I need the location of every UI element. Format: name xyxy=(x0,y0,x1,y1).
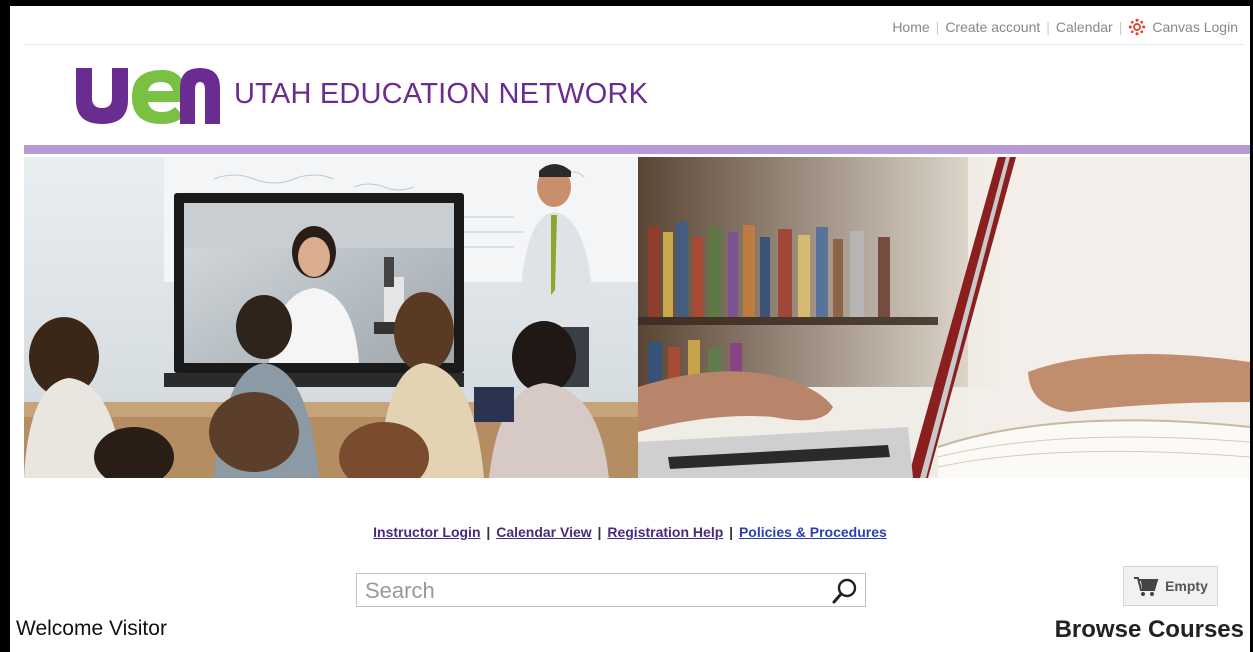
policies-procedures-link[interactable]: Policies & Procedures xyxy=(739,524,887,540)
link-separator: | xyxy=(597,524,602,540)
nav-home-link[interactable]: Home xyxy=(892,19,929,35)
cart-button[interactable]: Empty xyxy=(1123,566,1218,606)
divider xyxy=(24,44,1244,45)
uen-logo[interactable] xyxy=(70,58,220,128)
secondary-links: Instructor Login | Calendar View | Regis… xyxy=(10,524,1250,540)
nav-calendar-link[interactable]: Calendar xyxy=(1056,19,1113,35)
search-box xyxy=(356,573,866,607)
nav-separator: | xyxy=(935,19,940,35)
welcome-message: Welcome Visitor xyxy=(16,617,167,640)
page-frame: Home | Create account | Calendar | Canva… xyxy=(10,6,1250,652)
shopping-cart-icon xyxy=(1134,577,1159,596)
header-accent-bar xyxy=(24,145,1250,154)
nav-canvas-login-link[interactable]: Canvas Login xyxy=(1152,19,1238,35)
nav-separator: | xyxy=(1046,19,1050,35)
top-navigation: Home | Create account | Calendar | Canva… xyxy=(892,18,1238,36)
search-icon[interactable] xyxy=(831,577,859,605)
search-input[interactable] xyxy=(363,575,807,607)
registration-help-link[interactable]: Registration Help xyxy=(607,524,723,540)
link-separator: | xyxy=(486,524,491,540)
nav-create-account-link[interactable]: Create account xyxy=(945,19,1040,35)
hero-laptop-library-image xyxy=(638,157,1250,478)
site-title: UTAH EDUCATION NETWORK xyxy=(234,78,649,110)
hero-classroom-image xyxy=(24,157,638,478)
cart-status-label: Empty xyxy=(1165,578,1208,594)
link-separator: | xyxy=(729,524,734,540)
browse-courses-heading[interactable]: Browse Courses xyxy=(1055,616,1244,644)
instructor-login-link[interactable]: Instructor Login xyxy=(373,524,480,540)
calendar-view-link[interactable]: Calendar View xyxy=(496,524,591,540)
nav-separator: | xyxy=(1118,19,1123,35)
canvas-logo-icon xyxy=(1128,18,1146,36)
